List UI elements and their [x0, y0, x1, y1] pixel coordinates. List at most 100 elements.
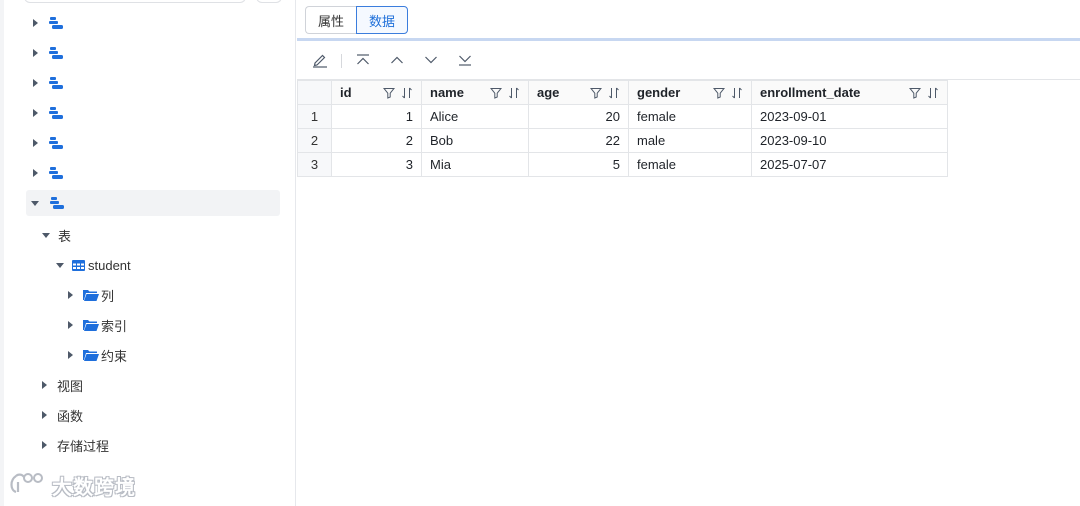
- cell-age[interactable]: 20: [528, 104, 629, 129]
- row-number[interactable]: 2: [297, 128, 332, 153]
- expand-caret-icon[interactable]: [68, 321, 73, 329]
- tab-divider: [297, 38, 1080, 41]
- folder-icon: [83, 319, 99, 331]
- tree-label-constraints: 约束: [101, 348, 128, 364]
- search-input-fragment[interactable]: [24, 0, 246, 3]
- tree-label-functions: 函数: [57, 408, 84, 424]
- tree-label-views: 视图: [57, 378, 84, 394]
- sort-icon[interactable]: [927, 87, 939, 99]
- column-header-id[interactable]: id: [331, 80, 422, 105]
- cell-name[interactable]: Alice: [421, 104, 529, 129]
- sort-icon[interactable]: [731, 87, 743, 99]
- tree-label-indexes: 索引: [101, 318, 128, 334]
- cell-age[interactable]: 5: [528, 152, 629, 177]
- cell-gender[interactable]: male: [628, 128, 752, 153]
- expand-caret-icon[interactable]: [33, 139, 38, 147]
- collapse-caret-icon[interactable]: [42, 232, 50, 238]
- expand-caret-icon[interactable]: [42, 441, 47, 449]
- tree-node-tables[interactable]: 表: [40, 222, 71, 248]
- database-tree-panel: 表 student 列 索引 约束 视图 函数 存储过程 大数跨境: [0, 0, 296, 506]
- last-record-button[interactable]: [454, 50, 476, 72]
- tree-node-database[interactable]: [26, 70, 280, 96]
- cell-id[interactable]: 3: [331, 152, 422, 177]
- cell-gender[interactable]: female: [628, 104, 752, 129]
- expand-caret-icon[interactable]: [42, 381, 47, 389]
- sort-icon[interactable]: [401, 87, 413, 99]
- cell-gender[interactable]: female: [628, 152, 752, 177]
- cell-enrollment-date[interactable]: 2023-09-10: [751, 128, 948, 153]
- filter-icon[interactable]: [713, 87, 725, 99]
- collapse-caret-icon[interactable]: [56, 262, 64, 268]
- folder-icon: [83, 349, 99, 361]
- tree-node-table-student[interactable]: student: [54, 252, 131, 278]
- tree-node-columns[interactable]: 列: [64, 282, 114, 308]
- first-record-button[interactable]: [352, 50, 374, 72]
- content-panel: 属性 数据 id name age gender enrollment_date…: [297, 0, 1080, 506]
- tree-label-tables: 表: [58, 228, 72, 244]
- column-header-age[interactable]: age: [528, 80, 629, 105]
- expand-caret-icon[interactable]: [68, 351, 73, 359]
- sort-icon[interactable]: [508, 87, 520, 99]
- tree-node-functions[interactable]: 函数: [38, 402, 83, 428]
- database-icon: [48, 136, 64, 150]
- tree-node-constraints[interactable]: 约束: [64, 342, 127, 368]
- expand-caret-icon[interactable]: [33, 169, 38, 177]
- filter-icon[interactable]: [383, 87, 395, 99]
- tree-node-database-selected[interactable]: [26, 190, 280, 216]
- cell-enrollment-date[interactable]: 2025-07-07: [751, 152, 948, 177]
- expand-caret-icon[interactable]: [33, 49, 38, 57]
- database-icon: [48, 46, 64, 60]
- column-name: enrollment_date: [760, 85, 861, 100]
- watermark-text: 大数跨境: [52, 475, 136, 499]
- edit-button[interactable]: [309, 50, 331, 72]
- row-number[interactable]: 1: [297, 104, 332, 129]
- collapse-caret-icon[interactable]: [31, 200, 39, 206]
- column-header-name[interactable]: name: [421, 80, 529, 105]
- table-row[interactable]: 1 1 Alice 20 female 2023-09-01: [297, 104, 948, 129]
- table-row[interactable]: 3 3 Mia 5 female 2025-07-07: [297, 152, 948, 177]
- tree-node-indexes[interactable]: 索引: [64, 312, 127, 338]
- column-header-enrollment-date[interactable]: enrollment_date: [751, 80, 948, 105]
- toolbar-button-fragment[interactable]: [256, 0, 282, 3]
- tree-node-database[interactable]: [26, 160, 280, 186]
- expand-caret-icon[interactable]: [33, 19, 38, 27]
- tree-node-database[interactable]: [26, 10, 280, 36]
- cell-name[interactable]: Mia: [421, 152, 529, 177]
- last-record-icon: [457, 52, 473, 71]
- watermark-logo-icon: [8, 470, 48, 501]
- tree-node-procedures[interactable]: 存储过程: [38, 432, 109, 458]
- tree-node-database[interactable]: [26, 130, 280, 156]
- cell-id[interactable]: 2: [331, 128, 422, 153]
- cell-enrollment-date[interactable]: 2023-09-01: [751, 104, 948, 129]
- filter-icon[interactable]: [909, 87, 921, 99]
- grid-header-row: id name age gender enrollment_date: [297, 80, 948, 105]
- expand-caret-icon[interactable]: [33, 79, 38, 87]
- expand-caret-icon[interactable]: [68, 291, 73, 299]
- tree-node-views[interactable]: 视图: [38, 372, 83, 398]
- next-record-button[interactable]: [420, 50, 442, 72]
- column-name: age: [537, 85, 560, 100]
- expand-caret-icon[interactable]: [33, 109, 38, 117]
- tree-node-database[interactable]: [26, 40, 280, 66]
- cell-name[interactable]: Bob: [421, 128, 529, 153]
- previous-record-button[interactable]: [386, 50, 408, 72]
- sort-icon[interactable]: [608, 87, 620, 99]
- tab-bar: 属性 数据: [305, 6, 409, 34]
- toolbar-separator: [341, 54, 342, 68]
- cell-id[interactable]: 1: [331, 104, 422, 129]
- first-record-icon: [355, 52, 371, 71]
- expand-caret-icon[interactable]: [42, 411, 47, 419]
- column-header-gender[interactable]: gender: [628, 80, 752, 105]
- filter-icon[interactable]: [590, 87, 602, 99]
- tab-data[interactable]: 数据: [356, 6, 409, 34]
- table-row[interactable]: 2 2 Bob 22 male 2023-09-10: [297, 128, 948, 153]
- tree-node-database[interactable]: [26, 100, 280, 126]
- grid-toolbar: [309, 50, 488, 72]
- grid-corner-cell[interactable]: [297, 80, 332, 105]
- tab-properties[interactable]: 属性: [305, 6, 357, 34]
- database-icon: [49, 196, 65, 210]
- filter-icon[interactable]: [490, 87, 502, 99]
- row-number[interactable]: 3: [297, 152, 332, 177]
- cell-age[interactable]: 22: [528, 128, 629, 153]
- panel-edge: [0, 0, 4, 506]
